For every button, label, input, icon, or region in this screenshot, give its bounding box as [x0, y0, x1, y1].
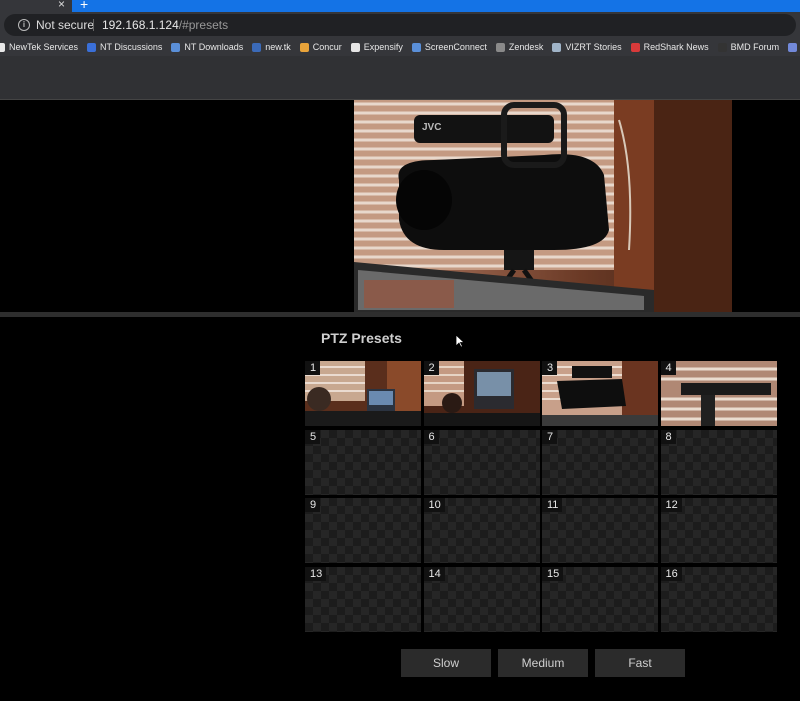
camera-brand-label: JVC — [422, 122, 441, 133]
new-tab-plus-icon[interactable]: + — [80, 0, 88, 12]
preset-thumbnail — [423, 361, 540, 426]
preset-thumbnail — [542, 361, 658, 426]
tab-close-icon[interactable]: × — [58, 0, 65, 11]
gear-icon — [495, 42, 505, 52]
preset-number: 2 — [423, 361, 439, 375]
preset-slot[interactable]: 9 — [305, 498, 421, 563]
preset-slot[interactable]: 3 — [542, 361, 658, 426]
preset-number: 10 — [423, 498, 445, 512]
active-tab[interactable]: × — [0, 0, 72, 12]
preset-number: 13 — [305, 566, 327, 581]
bookmark-label: RedShark News — [643, 42, 709, 52]
preset-number: 11 — [542, 498, 563, 512]
camera-preview: JVC — [354, 100, 732, 312]
bookmark-label: NT Downloads — [184, 42, 244, 52]
bookmarks-bar: NewTek Services NT Discussions NT Download… — [0, 38, 800, 56]
bookmark-label: ScreenConnect — [424, 42, 487, 52]
preset-slot[interactable]: 7 — [542, 429, 658, 495]
url-host: 192.168.1.124 — [102, 18, 179, 32]
speed-controls: Slow Medium Fast — [401, 649, 685, 677]
preset-slot[interactable]: 4 — [660, 361, 777, 426]
preset-number: 7 — [542, 429, 558, 444]
preset-thumbnail — [660, 361, 777, 426]
browser-toolbar: i Not secure 192.168.1.124/#presets — [0, 12, 800, 38]
browser-chrome-area — [0, 56, 800, 100]
bookmark-item[interactable]: BMD Forum — [717, 42, 780, 52]
preset-slot[interactable]: 2 — [423, 361, 540, 426]
info-icon[interactable]: i — [18, 19, 30, 31]
bookmark-item[interactable]: ScreenConnect — [411, 42, 487, 52]
bookmark-label: BMD Forum — [730, 42, 780, 52]
newtek-icon — [171, 42, 181, 52]
bookmark-item[interactable]: NT Downloads — [171, 42, 243, 52]
preset-number: 15 — [542, 566, 564, 581]
preset-number: 6 — [423, 429, 439, 444]
presets-title: PTZ Presets — [321, 330, 402, 346]
mouse-cursor-icon — [455, 334, 465, 348]
url-path: /#presets — [178, 18, 229, 32]
bookmark-label: NT Discussions — [100, 42, 163, 52]
url-text[interactable]: 192.168.1.124/#presets — [102, 18, 228, 32]
preset-slot[interactable]: 16 — [660, 566, 777, 632]
bookmark-label: Expensify — [363, 42, 403, 52]
bookmark-item[interactable]: NewTek Services — [0, 42, 78, 52]
bookmark-item[interactable]: RedShark News — [630, 42, 709, 52]
section-divider — [0, 312, 800, 317]
preset-number: 9 — [305, 498, 321, 512]
globe-icon — [87, 42, 97, 52]
preset-slot[interactable]: 14 — [423, 566, 540, 632]
medium-button[interactable]: Medium — [498, 649, 588, 677]
bmd-icon — [717, 42, 727, 52]
vizrt-icon — [552, 42, 562, 52]
preset-slot[interactable]: 6 — [423, 429, 540, 495]
bookmark-label: new.tk — [265, 42, 291, 52]
preset-number: 8 — [660, 429, 676, 444]
preset-slot[interactable]: 11 — [542, 498, 658, 563]
url-separator — [93, 19, 94, 31]
bookmark-label: Concur — [312, 42, 342, 52]
bookmark-label: Zendesk — [508, 42, 544, 52]
camera-preview-image: JVC — [354, 100, 732, 312]
preset-number: 12 — [660, 498, 682, 512]
preset-thumbnail — [305, 361, 421, 426]
bookmark-item[interactable]: Concur — [299, 42, 342, 52]
preset-grid: 1 2 3 4 5 6 7 8 9 10 11 12 13 14 15 16 — [305, 361, 777, 632]
slow-button[interactable]: Slow — [401, 649, 491, 677]
preset-slot[interactable]: 8 — [660, 429, 777, 495]
newtk-icon — [252, 42, 262, 52]
preset-slot[interactable]: 15 — [542, 566, 658, 632]
preset-slot[interactable]: 5 — [305, 429, 421, 495]
bookmark-item[interactable]: new.tk — [252, 42, 291, 52]
bookmark-item[interactable]: VIZRT Stories — [552, 42, 622, 52]
preset-number: 5 — [305, 429, 321, 444]
bookmark-item[interactable]: NT Discussions — [87, 42, 162, 52]
screenconnect-icon — [411, 42, 421, 52]
address-bar[interactable]: i Not secure 192.168.1.124/#presets — [4, 14, 796, 36]
preset-number: 14 — [423, 566, 445, 581]
security-indicator[interactable]: Not secure — [36, 18, 94, 32]
bookmark-label: VIZRT Stories — [565, 42, 622, 52]
redshark-icon — [630, 42, 640, 52]
tab-strip-bar — [72, 0, 800, 12]
discord-icon — [788, 42, 798, 52]
bookmark-item[interactable]: Zendesk — [495, 42, 544, 52]
preset-number: 3 — [542, 361, 558, 375]
bookmark-item[interactable]: Discord — [788, 42, 800, 52]
preset-slot[interactable]: 13 — [305, 566, 421, 632]
preset-number: 4 — [660, 361, 676, 375]
newtek-icon — [0, 42, 5, 52]
preset-number: 1 — [305, 361, 321, 375]
preset-slot[interactable]: 1 — [305, 361, 421, 426]
fast-button[interactable]: Fast — [595, 649, 685, 677]
expensify-icon — [350, 42, 360, 52]
bookmark-label: NewTek Services — [9, 42, 79, 52]
preset-slot[interactable]: 12 — [660, 498, 777, 563]
tab-strip: × + — [0, 0, 800, 12]
preset-number: 16 — [660, 566, 682, 581]
bookmark-item[interactable]: Expensify — [350, 42, 403, 52]
concur-icon — [299, 42, 309, 52]
preset-slot[interactable]: 10 — [423, 498, 540, 563]
